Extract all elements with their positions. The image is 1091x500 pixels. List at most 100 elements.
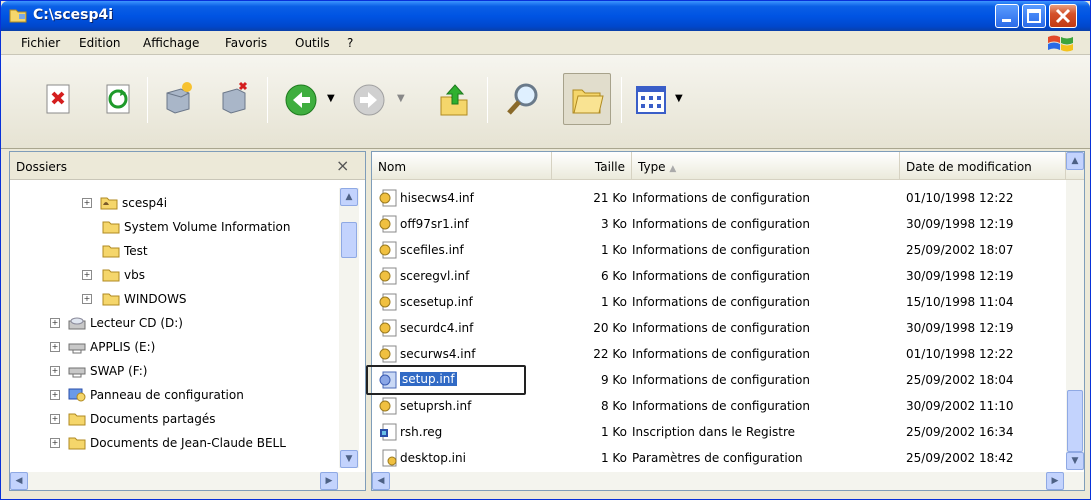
file-row[interactable]: sceregvl.inf 6 Ko Informations de config…: [372, 263, 1062, 289]
up-icon[interactable]: [433, 79, 475, 121]
expand-icon[interactable]: +: [50, 366, 60, 376]
chevron-down-icon[interactable]: ▼: [675, 93, 683, 104]
file-list-horizontal-scrollbar[interactable]: ◀ ▶: [372, 472, 1084, 490]
scroll-up-icon[interactable]: ▲: [1066, 152, 1084, 170]
file-row[interactable]: scefiles.inf 1 Ko Informations de config…: [372, 237, 1062, 263]
toolbar: ▼ ▼ ▼: [1, 55, 1090, 149]
folders-horizontal-scrollbar[interactable]: ◀ ▶: [10, 472, 365, 490]
scroll-right-icon[interactable]: ▶: [320, 472, 338, 490]
menu-bar: Fichier Edition Affichage Favoris Outils…: [1, 31, 1090, 55]
column-size[interactable]: Taille: [552, 152, 632, 180]
scroll-up-icon[interactable]: ▲: [340, 188, 358, 206]
column-date[interactable]: Date de modification: [900, 152, 1066, 180]
menu-affichage[interactable]: Affichage: [143, 36, 199, 50]
folder-icon: [68, 437, 86, 450]
maximize-button[interactable]: [1022, 4, 1046, 28]
config-file-icon: [379, 345, 397, 363]
file-row[interactable]: scesetup.inf 1 Ko Informations de config…: [372, 289, 1062, 315]
expand-icon[interactable]: +: [50, 414, 60, 424]
network-drive-icon: [68, 343, 86, 354]
expand-icon[interactable]: +: [50, 342, 60, 352]
file-list-pane: Nom Taille Type ▲ Date de modification h…: [366, 151, 1085, 491]
delete-file-icon[interactable]: [37, 79, 79, 121]
tree-item-system-volume[interactable]: System Volume Information: [10, 216, 330, 240]
folder-icon: [9, 9, 27, 23]
folders-icon: [572, 89, 604, 114]
scroll-left-icon[interactable]: ◀: [10, 472, 28, 490]
ini-file-icon: [382, 449, 397, 467]
cd-drive-icon: [68, 317, 86, 330]
refresh-icon[interactable]: [97, 79, 139, 121]
scroll-thumb[interactable]: [1067, 390, 1083, 452]
tree-item-windows[interactable]: + WINDOWS: [10, 288, 330, 312]
tree-item-user-docs[interactable]: + Documents de Jean-Claude BELL: [10, 432, 338, 456]
minimize-button[interactable]: [995, 4, 1019, 28]
folder-icon: [102, 269, 120, 282]
folders-button[interactable]: [563, 73, 611, 125]
tree-item-vbs[interactable]: + vbs: [10, 264, 330, 288]
scroll-down-icon[interactable]: ▼: [340, 450, 358, 468]
column-type[interactable]: Type ▲: [632, 152, 900, 180]
close-icon[interactable]: ×: [336, 156, 349, 175]
folders-pane: Dossiers × + scesp4i System Volume Infor…: [9, 151, 366, 491]
control-panel-icon: [68, 388, 86, 402]
expand-icon[interactable]: +: [50, 318, 60, 328]
config-file-icon: [379, 371, 397, 389]
shared-folder-icon: [100, 197, 118, 210]
expand-icon[interactable]: +: [82, 294, 92, 304]
back-icon[interactable]: [281, 79, 323, 121]
folder-icon: [102, 221, 120, 234]
windows-logo-icon: [1048, 35, 1073, 52]
folders-vertical-scrollbar[interactable]: ▲ ▼: [339, 188, 359, 468]
column-name[interactable]: Nom: [372, 152, 552, 180]
config-file-icon: [379, 189, 397, 207]
folders-pane-title: Dossiers: [16, 160, 67, 174]
title-bar[interactable]: C:\scesp4i: [1, 1, 1090, 31]
menu-outils[interactable]: Outils: [295, 36, 330, 50]
expand-icon[interactable]: +: [82, 270, 92, 280]
menu-edition[interactable]: Edition: [79, 36, 121, 50]
expand-icon[interactable]: +: [50, 438, 60, 448]
views-icon[interactable]: [631, 79, 673, 121]
file-row-selected[interactable]: setup.inf 9 Ko Informations de configura…: [366, 365, 1062, 395]
folder-icon: [68, 413, 86, 426]
tree-item-shared-docs[interactable]: + Documents partagés: [10, 408, 330, 432]
tree-item-swap[interactable]: + SWAP (F:): [10, 360, 330, 384]
file-row[interactable]: off97sr1.inf 3 Ko Informations de config…: [372, 211, 1062, 237]
scroll-right-icon[interactable]: ▶: [1046, 472, 1064, 490]
expand-icon[interactable]: +: [50, 390, 60, 400]
tree-item-control-panel[interactable]: + Panneau de configuration: [10, 384, 330, 408]
column-header: Nom Taille Type ▲ Date de modification: [372, 152, 1084, 180]
file-row[interactable]: desktop.ini 1 Ko Paramètres de configura…: [372, 445, 1062, 471]
tree-item-scesp4i[interactable]: + scesp4i: [10, 192, 330, 216]
explorer-window: C:\scesp4i Fichier Edition Affichage Fav…: [0, 0, 1091, 500]
file-row[interactable]: securws4.inf 22 Ko Informations de confi…: [372, 341, 1062, 367]
scroll-down-icon[interactable]: ▼: [1066, 452, 1084, 470]
scroll-left-icon[interactable]: ◀: [372, 472, 390, 490]
disconnect-drive-icon[interactable]: [213, 79, 255, 121]
file-row[interactable]: hisecws4.inf 21 Ko Informations de confi…: [372, 185, 1062, 211]
config-file-icon: [379, 319, 397, 337]
config-file-icon: [379, 267, 397, 285]
file-list-vertical-scrollbar[interactable]: ▲ ▼: [1066, 152, 1084, 470]
map-drive-icon[interactable]: [157, 79, 199, 121]
tree-item-cd-drive[interactable]: + Lecteur CD (D:): [10, 312, 330, 336]
file-row[interactable]: rsh.reg 1 Ko Inscription dans le Registr…: [372, 419, 1062, 445]
forward-icon[interactable]: [349, 79, 391, 121]
menu-aide[interactable]: ?: [347, 36, 353, 50]
config-file-icon: [379, 293, 397, 311]
search-icon[interactable]: [501, 79, 543, 121]
tree-item-test[interactable]: Test: [10, 240, 330, 264]
folder-icon: [102, 293, 120, 306]
menu-fichier[interactable]: Fichier: [21, 36, 60, 50]
registry-file-icon: [380, 423, 397, 441]
expand-icon[interactable]: +: [82, 198, 92, 208]
sort-ascending-icon: ▲: [669, 164, 677, 174]
scroll-thumb[interactable]: [341, 222, 357, 258]
chevron-down-icon[interactable]: ▼: [327, 93, 335, 104]
menu-favoris[interactable]: Favoris: [225, 36, 267, 50]
file-row[interactable]: securdc4.inf 20 Ko Informations de confi…: [372, 315, 1062, 341]
file-row[interactable]: setuprsh.inf 8 Ko Informations de config…: [372, 393, 1062, 419]
tree-item-applis[interactable]: + APPLIS (E:): [10, 336, 330, 360]
close-button[interactable]: [1049, 4, 1077, 28]
